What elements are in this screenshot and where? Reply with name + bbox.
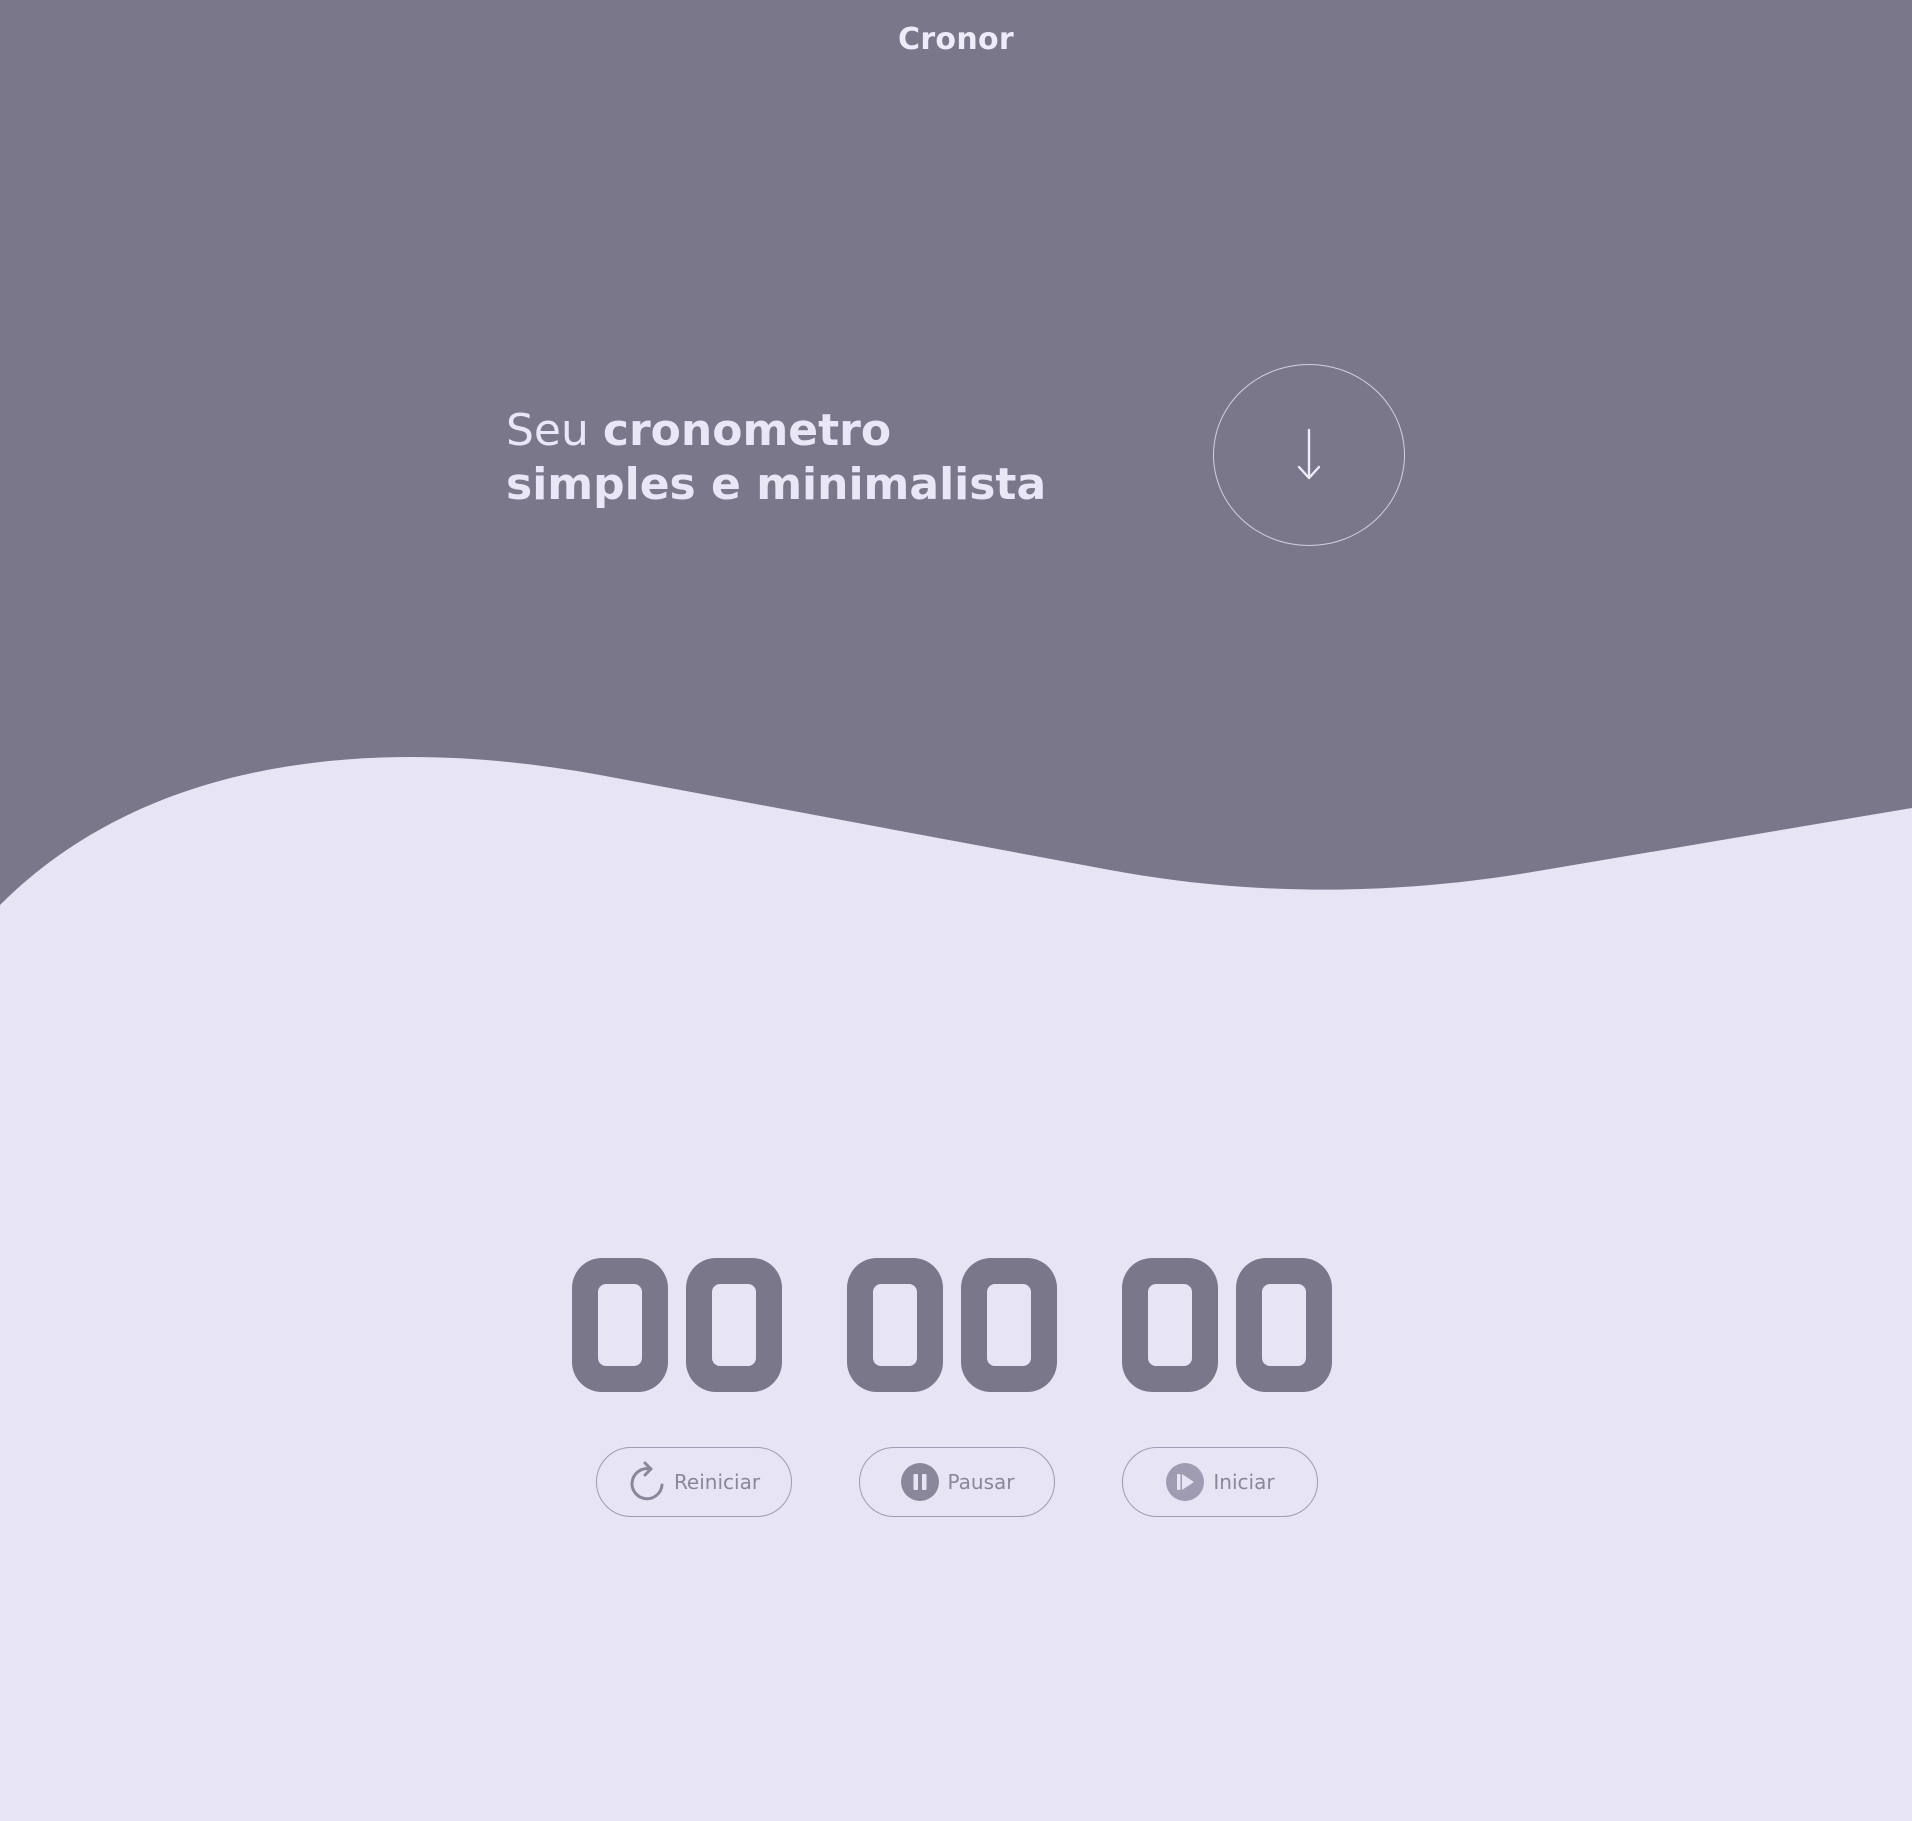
scroll-down-button[interactable] — [1213, 364, 1405, 546]
timer-seconds-digit — [1236, 1258, 1332, 1392]
restart-button[interactable]: Reiniciar — [596, 1447, 792, 1517]
play-icon — [1165, 1462, 1205, 1502]
restart-icon — [628, 1461, 666, 1503]
headline-bold: cronometro — [602, 405, 892, 456]
timer-seconds — [1122, 1258, 1332, 1392]
hero-headline: Seu cronometro simples e minimalista — [506, 404, 1046, 512]
timer-hours — [572, 1258, 782, 1392]
headline-line-2: simples e minimalista — [506, 459, 1047, 510]
hero-background — [0, 0, 1912, 905]
headline-line-1: Seu cronometro — [506, 404, 1046, 458]
timer-minutes-digit — [961, 1258, 1057, 1392]
restart-label: Reiniciar — [673, 1470, 761, 1494]
timer-hours-digit — [686, 1258, 782, 1392]
pause-icon — [900, 1462, 940, 1502]
timer-controls: Reiniciar Pausar Iniciar — [0, 1447, 1912, 1519]
timer-hours-digit — [572, 1258, 668, 1392]
arrow-down-icon — [1297, 428, 1321, 480]
timer-seconds-digit — [1122, 1258, 1218, 1392]
timer-minutes — [847, 1258, 1057, 1392]
timer-minutes-digit — [847, 1258, 943, 1392]
start-label: Iniciar — [1213, 1470, 1275, 1494]
pause-label: Pausar — [947, 1470, 1015, 1494]
brand-logo[interactable]: Cronor — [0, 22, 1912, 57]
start-button[interactable]: Iniciar — [1122, 1447, 1318, 1517]
pause-button[interactable]: Pausar — [859, 1447, 1055, 1517]
timer-display — [572, 1254, 1340, 1396]
headline-prefix: Seu — [506, 405, 589, 456]
